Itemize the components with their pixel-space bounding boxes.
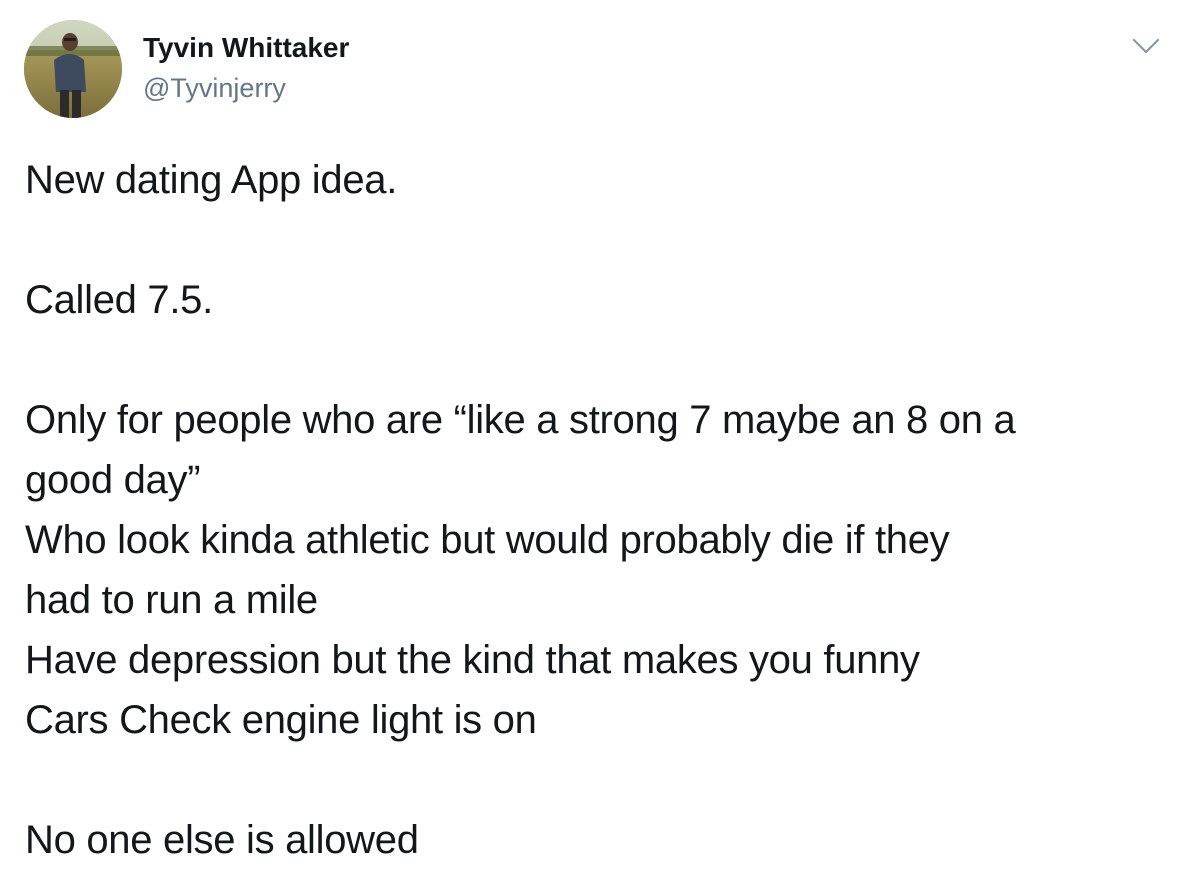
tweet-card: Tyvin Whittaker @Tyvinjerry New dating A… [0,0,1187,890]
user-display-name[interactable]: Tyvin Whittaker [143,30,349,66]
tweet-line: Cars Check engine light is on [25,698,537,742]
avatar-photo-icon [24,20,122,118]
tweet-line: Have depression but the kind that makes … [25,638,920,682]
tweet-line: New dating App idea. [25,158,398,202]
tweet-line: Who look kinda athletic but would probab… [25,518,950,562]
user-handle[interactable]: @Tyvinjerry [143,70,286,106]
tweet-text: New dating App idea. Called 7.5. Only fo… [25,150,1165,870]
tweet-line: No one else is allowed [25,818,419,862]
chevron-down-icon [1132,38,1160,54]
tweet-line: Called 7.5. [25,278,213,322]
tweet-line: good day” [25,458,201,502]
tweet-line: had to run a mile [25,578,318,622]
user-avatar[interactable] [24,20,122,118]
tweet-line: Only for people who are “like a strong 7… [25,398,1016,442]
tweet-menu-button[interactable] [1128,32,1164,60]
